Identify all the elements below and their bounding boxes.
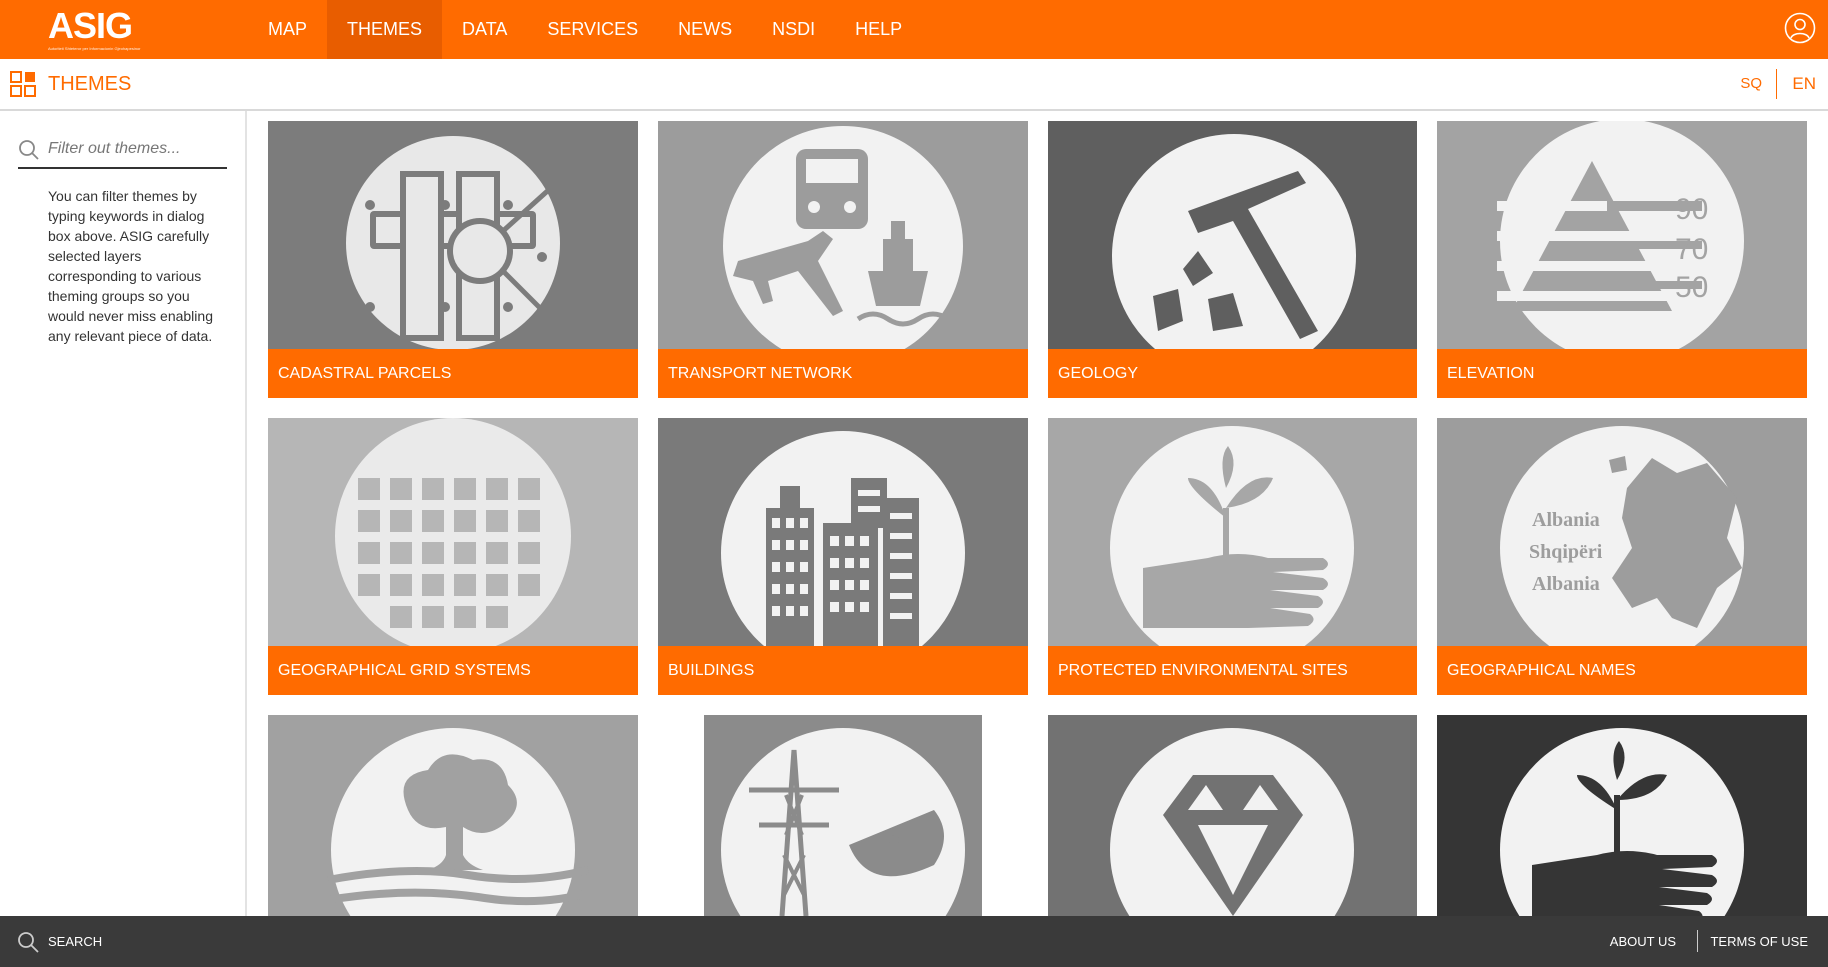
cadastral-parcels-icon xyxy=(268,121,638,349)
theme-label: TRANSPORT NETWORK xyxy=(658,349,1028,398)
map-name-label: Albania xyxy=(1532,509,1600,531)
theme-card-protected-sites-dark[interactable] xyxy=(1437,715,1807,916)
filter-help-text: You can filter themes by typing keywords… xyxy=(48,188,213,344)
theme-label: PROTECTED ENVIRONMENTAL SITES xyxy=(1048,646,1417,695)
elevation-number: 50 xyxy=(1675,271,1708,304)
top-navigation-bar: ASIG Autoriteti Shteteror per Informacio… xyxy=(0,0,1828,59)
elevation-number: 90 xyxy=(1675,193,1708,226)
asig-logo[interactable]: ASIG Autoriteti Shteteror per Informacio… xyxy=(48,6,152,52)
themes-header-bar: THEMES SQ EN xyxy=(0,59,1828,111)
theme-label: BUILDINGS xyxy=(658,646,1028,695)
main-nav: MAP THEMES DATA SERVICES NEWS NSDI HELP xyxy=(248,0,922,59)
user-icon[interactable] xyxy=(1784,12,1816,44)
nav-item-data[interactable]: DATA xyxy=(442,0,527,59)
footer-bar: SEARCH ABOUT US TERMS OF USE xyxy=(0,916,1828,967)
theme-card-land-cover[interactable] xyxy=(268,715,638,916)
theme-card-protected-environmental-sites[interactable]: PROTECTED ENVIRONMENTAL SITES xyxy=(1048,418,1417,695)
filter-themes-input[interactable] xyxy=(48,137,223,161)
theme-card-mineral-resources[interactable] xyxy=(1048,715,1417,916)
nav-item-map[interactable]: MAP xyxy=(248,0,327,59)
theme-card-elevation[interactable]: 90 70 50 ELEVATION xyxy=(1437,121,1807,398)
hand-plant-icon xyxy=(1048,418,1417,646)
footer-search-link[interactable]: SEARCH xyxy=(48,934,102,949)
theme-label: GEOLOGY xyxy=(1048,349,1417,398)
about-us-link[interactable]: ABOUT US xyxy=(1610,934,1676,949)
theme-card-geographical-grid-systems[interactable]: GEOGRAPHICAL GRID SYSTEMS xyxy=(268,418,638,695)
theme-card-geology[interactable]: GEOLOGY xyxy=(1048,121,1417,398)
theme-card-geographical-names[interactable]: Albania Shqipëri Albania GEOGRAPHICAL NA… xyxy=(1437,418,1807,695)
terms-of-use-link[interactable]: TERMS OF USE xyxy=(1710,934,1808,949)
nav-item-themes[interactable]: THEMES xyxy=(327,0,443,59)
buildings-icon xyxy=(658,418,1028,646)
filter-box xyxy=(18,131,227,169)
map-name-label: Albania xyxy=(1532,573,1600,595)
nav-item-services[interactable]: SERVICES xyxy=(527,0,658,59)
language-sq[interactable]: SQ xyxy=(1740,75,1762,92)
footer-search-icon[interactable] xyxy=(16,930,40,954)
grid-globe-icon xyxy=(268,418,638,646)
language-en[interactable]: EN xyxy=(1792,74,1816,94)
map-name-label: Shqipëri xyxy=(1529,541,1603,563)
theme-card-transport-network[interactable]: TRANSPORT NETWORK xyxy=(658,121,1028,398)
europe-map-icon: Albania Shqipëri Albania xyxy=(1437,418,1807,646)
tree-fields-icon xyxy=(268,715,638,916)
logo-subtext: Autoriteti Shteteror per Informacionin G… xyxy=(48,46,141,51)
theme-label: GEOGRAPHICAL GRID SYSTEMS xyxy=(268,646,638,695)
logo-text: ASIG xyxy=(48,5,133,46)
filter-sidebar: You can filter themes by typing keywords… xyxy=(0,111,247,916)
footer-divider xyxy=(1697,930,1698,952)
search-icon xyxy=(18,139,40,161)
theme-label: GEOGRAPHICAL NAMES xyxy=(1437,646,1807,695)
theme-label: ELEVATION xyxy=(1437,349,1807,398)
geology-hammer-icon xyxy=(1048,121,1417,349)
nav-item-news[interactable]: NEWS xyxy=(658,0,752,59)
theme-label: CADASTRAL PARCELS xyxy=(268,349,638,398)
elevation-icon: 90 70 50 xyxy=(1437,121,1807,349)
theme-card-cadastral-parcels[interactable]: CADASTRAL PARCELS xyxy=(268,121,638,398)
nav-item-help[interactable]: HELP xyxy=(835,0,922,59)
diamond-icon xyxy=(1048,715,1417,916)
hand-plant-dark-icon xyxy=(1437,715,1807,916)
elevation-number: 70 xyxy=(1675,233,1708,266)
nav-item-nsdi[interactable]: NSDI xyxy=(752,0,835,59)
language-divider xyxy=(1776,69,1777,99)
page-title: THEMES xyxy=(48,73,132,95)
grid-icon xyxy=(10,71,36,97)
transport-network-icon xyxy=(658,121,1028,349)
theme-card-buildings[interactable]: BUILDINGS xyxy=(658,418,1028,695)
utility-tower-dish-icon xyxy=(704,715,982,916)
theme-card-utility-services[interactable] xyxy=(704,715,982,916)
